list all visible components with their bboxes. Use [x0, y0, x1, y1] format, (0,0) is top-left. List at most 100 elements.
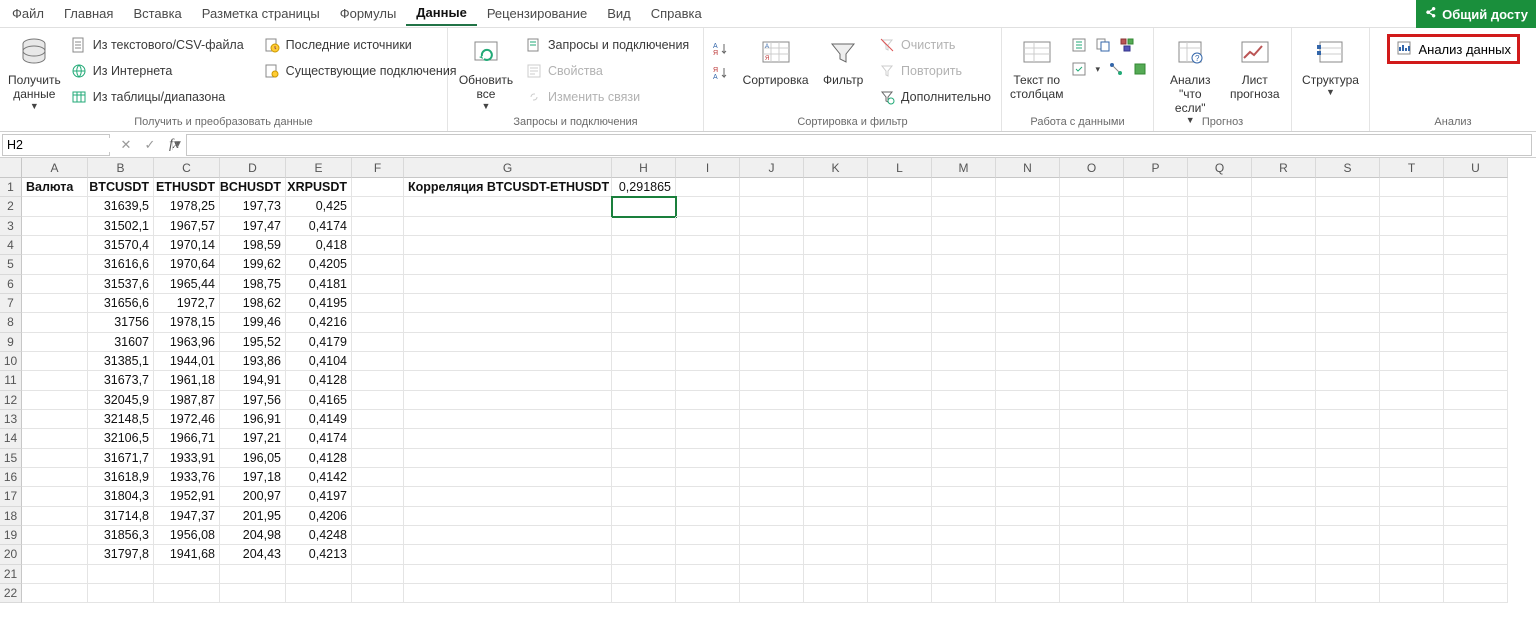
cell[interactable]	[868, 449, 932, 468]
cell[interactable]	[612, 217, 676, 236]
cell[interactable]	[676, 429, 740, 448]
cell[interactable]: 197,73	[220, 197, 286, 216]
menu-review[interactable]: Рецензирование	[477, 2, 597, 25]
cell[interactable]	[868, 275, 932, 294]
cell[interactable]	[1188, 545, 1252, 564]
row-header[interactable]: 15	[0, 449, 22, 468]
cell[interactable]: 1972,46	[154, 410, 220, 429]
menu-file[interactable]: Файл	[2, 2, 54, 25]
cell[interactable]	[1252, 371, 1316, 390]
cell[interactable]	[612, 410, 676, 429]
cell[interactable]	[932, 584, 996, 603]
cell[interactable]	[404, 275, 612, 294]
cell[interactable]	[932, 371, 996, 390]
cell[interactable]	[868, 487, 932, 506]
cell[interactable]	[352, 526, 404, 545]
cell[interactable]: 1966,71	[154, 429, 220, 448]
cell[interactable]	[1380, 275, 1444, 294]
cell[interactable]: 1987,87	[154, 391, 220, 410]
row-header[interactable]: 6	[0, 275, 22, 294]
cell[interactable]: Корреляция BTCUSDT-ETHUSDT	[404, 178, 612, 197]
cell[interactable]	[932, 487, 996, 506]
cell[interactable]: 1944,01	[154, 352, 220, 371]
cell[interactable]	[404, 429, 612, 448]
cell[interactable]	[1188, 178, 1252, 197]
menu-help[interactable]: Справка	[641, 2, 712, 25]
cell[interactable]	[1252, 487, 1316, 506]
cell[interactable]	[740, 371, 804, 390]
cell[interactable]	[804, 487, 868, 506]
cell[interactable]	[404, 545, 612, 564]
cell[interactable]	[1444, 526, 1508, 545]
cell[interactable]	[676, 391, 740, 410]
cell[interactable]	[352, 565, 404, 584]
cell[interactable]	[1124, 565, 1188, 584]
cell[interactable]	[612, 545, 676, 564]
cell[interactable]	[804, 294, 868, 313]
cell[interactable]	[868, 236, 932, 255]
cell[interactable]	[612, 487, 676, 506]
cell[interactable]	[1252, 429, 1316, 448]
row-header[interactable]: 13	[0, 410, 22, 429]
cell[interactable]	[352, 410, 404, 429]
cell[interactable]	[932, 236, 996, 255]
cell[interactable]: 31673,7	[88, 371, 154, 390]
cell[interactable]: 1956,08	[154, 526, 220, 545]
row-header[interactable]: 16	[0, 468, 22, 487]
cell[interactable]	[1316, 313, 1380, 332]
cell[interactable]: 1963,96	[154, 333, 220, 352]
column-header[interactable]: H	[612, 158, 676, 178]
cell[interactable]	[22, 333, 88, 352]
cell[interactable]	[1188, 449, 1252, 468]
spreadsheet[interactable]: ABCDEFGHIJKLMNOPQRSTU1ВалютаBTCUSDTETHUS…	[0, 158, 1536, 628]
cell[interactable]	[1444, 410, 1508, 429]
cell[interactable]	[740, 313, 804, 332]
cell[interactable]	[1380, 217, 1444, 236]
column-header[interactable]: S	[1316, 158, 1380, 178]
cell[interactable]	[1316, 391, 1380, 410]
cell[interactable]	[404, 487, 612, 506]
data-model-button[interactable]	[1130, 58, 1150, 80]
cell[interactable]: 200,97	[220, 487, 286, 506]
cell[interactable]	[1252, 217, 1316, 236]
cell[interactable]: 0,4179	[286, 333, 352, 352]
forecast-sheet-button[interactable]: Лист прогноза	[1225, 32, 1286, 110]
cell[interactable]	[1252, 255, 1316, 274]
cell[interactable]	[1060, 391, 1124, 410]
cell[interactable]: 0,4248	[286, 526, 352, 545]
data-analysis-button[interactable]: Анализ данных	[1387, 34, 1520, 64]
cell[interactable]	[1060, 313, 1124, 332]
cell[interactable]	[1380, 391, 1444, 410]
cell[interactable]	[1316, 584, 1380, 603]
cell[interactable]	[22, 526, 88, 545]
column-header[interactable]: E	[286, 158, 352, 178]
cell[interactable]	[740, 545, 804, 564]
cell[interactable]	[612, 391, 676, 410]
cell[interactable]	[1252, 545, 1316, 564]
cell[interactable]	[22, 584, 88, 603]
cell[interactable]: 199,46	[220, 313, 286, 332]
cell[interactable]	[1252, 275, 1316, 294]
cell[interactable]	[1444, 255, 1508, 274]
cell[interactable]	[996, 565, 1060, 584]
cell[interactable]	[932, 429, 996, 448]
cell[interactable]	[1316, 410, 1380, 429]
cell[interactable]	[404, 371, 612, 390]
cell[interactable]	[932, 449, 996, 468]
cell[interactable]	[352, 507, 404, 526]
cell[interactable]	[22, 565, 88, 584]
cell[interactable]	[740, 333, 804, 352]
cell[interactable]: 31502,1	[88, 217, 154, 236]
cell[interactable]	[676, 333, 740, 352]
cell[interactable]: 1933,76	[154, 468, 220, 487]
cell[interactable]	[1444, 391, 1508, 410]
cell[interactable]	[740, 526, 804, 545]
cell[interactable]: 1947,37	[154, 507, 220, 526]
cell[interactable]	[1444, 584, 1508, 603]
from-range-button[interactable]: Из таблицы/диапазона	[67, 86, 248, 108]
cell[interactable]: 196,91	[220, 410, 286, 429]
cell[interactable]	[932, 526, 996, 545]
cell[interactable]	[676, 487, 740, 506]
cell[interactable]: 0,4197	[286, 487, 352, 506]
cell[interactable]	[1444, 545, 1508, 564]
